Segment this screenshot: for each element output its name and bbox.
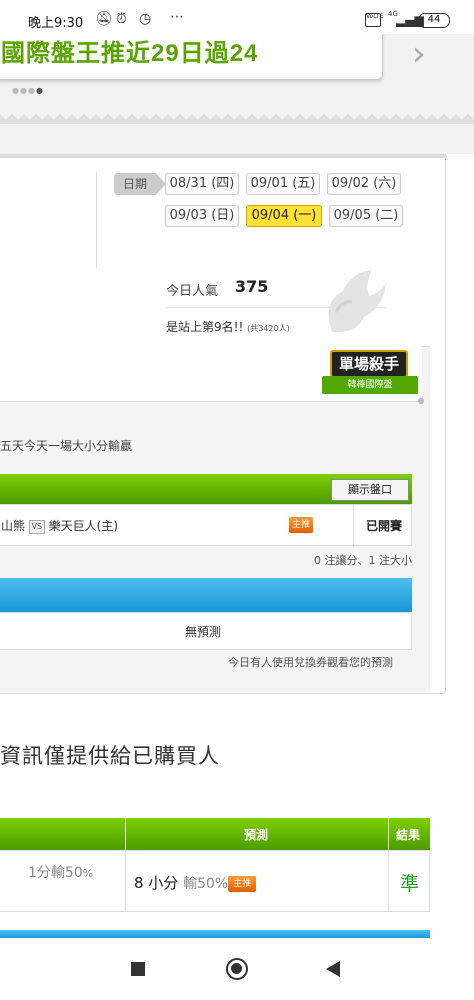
- badge-subtitle: 韓棒國際盤: [322, 376, 418, 394]
- battery-icon: 44: [418, 13, 450, 28]
- killer-badge: 單場殺手 韓棒國際盤: [322, 350, 422, 402]
- match-teams: 山熊 VS 樂天巨人(主): [1, 517, 118, 534]
- column-divider: [96, 172, 97, 268]
- timer-icon: ◷: [139, 11, 152, 27]
- main-pick-tag: 主推: [289, 517, 313, 533]
- row-result: 準: [400, 873, 420, 895]
- date-0901[interactable]: 09/01 (五): [246, 173, 320, 195]
- date-label: 日期: [114, 173, 166, 195]
- match-status: 已開賽: [365, 519, 402, 533]
- scroll-dot: [418, 398, 424, 404]
- bell-off-icon: 🔕︎: [95, 11, 113, 27]
- prediction-header-bar: [0, 578, 412, 612]
- date-0904-active[interactable]: 09/04 (一): [246, 205, 322, 227]
- status-bar: 晚上9:30 🔕︎ ⏰︎ ◷ ⋯ VoLTE 4G ▂▄▆ 44: [0, 0, 474, 34]
- pick-description: 五天今天一場大小分輸贏: [0, 439, 133, 453]
- team-away: 山熊: [1, 519, 26, 533]
- col-result: 結果: [396, 828, 421, 842]
- popularity-value: 375: [235, 277, 269, 296]
- recents-button[interactable]: [131, 962, 145, 976]
- banner-title[interactable]: 國際盤王推近29日過24: [1, 34, 258, 68]
- show-odds-button[interactable]: 顯示盤口: [331, 479, 409, 501]
- carousel-dots[interactable]: ●●●●: [12, 86, 44, 95]
- date-0903[interactable]: 09/03 (日): [165, 205, 239, 227]
- banner-card[interactable]: 國際盤王推近29日過24: [0, 34, 383, 80]
- date-0902[interactable]: 09/02 (六): [327, 173, 401, 195]
- alarm-icon: ⏰︎: [116, 11, 127, 27]
- next-table-header: [0, 930, 430, 938]
- home-button[interactable]: [226, 958, 248, 980]
- decorative-mascot-icon: [328, 270, 386, 333]
- row-line: 1分輸50%: [28, 865, 94, 881]
- buyer-notice: 資訊僅提供給已購買人: [0, 744, 220, 768]
- no-prediction-text: 無預測: [0, 612, 412, 650]
- match-row[interactable]: 山熊 VS 樂天巨人(主) 主推 已開賽: [0, 504, 412, 547]
- date-0905[interactable]: 09/05 (二): [329, 205, 403, 227]
- popularity-label: 今日人氣: [166, 284, 219, 299]
- system-nav-bar: [0, 938, 474, 1000]
- next-arrow-icon[interactable]: ›: [412, 34, 452, 84]
- team-home: 樂天巨人(主): [48, 519, 119, 533]
- badge-title: 單場殺手: [330, 350, 408, 378]
- col-prediction: 預測: [244, 828, 269, 842]
- back-button[interactable]: [326, 961, 340, 977]
- row-prediction: 8 小分 輸50% 主推: [134, 872, 257, 893]
- status-time: 晚上9:30: [28, 16, 84, 31]
- date-0831[interactable]: 08/31 (四): [165, 173, 239, 195]
- more-dots-icon: ⋯: [170, 9, 184, 25]
- rank-text: 是站上第9名!! (共3420人): [166, 320, 290, 334]
- vs-icon: VS: [28, 519, 45, 534]
- main-pick-tag: 主推: [228, 875, 257, 892]
- voucher-note: 今日有人使用兌換券觀看您的預測: [228, 656, 393, 669]
- volte-icon: VoLTE: [365, 13, 383, 27]
- pick-counts: 0 注讓分、1 注大小: [314, 554, 412, 567]
- banner-carousel: 國際盤王推近29日過24 › ●●●●: [0, 34, 474, 154]
- history-table-header: [0, 818, 430, 850]
